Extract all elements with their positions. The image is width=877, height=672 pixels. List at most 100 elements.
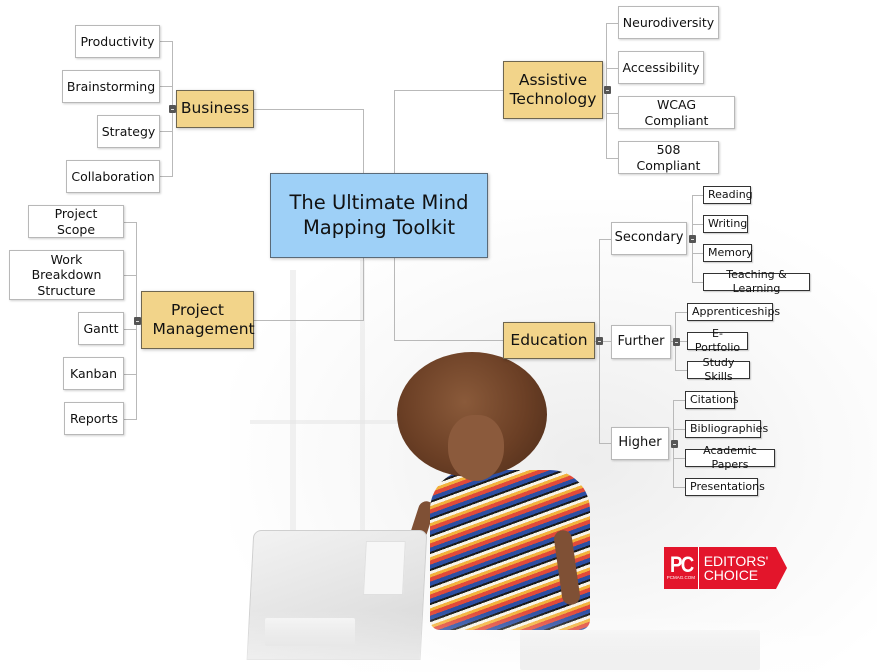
badge-text: EDITORS' CHOICE (698, 547, 776, 589)
leaf-label: Academic Papers (703, 444, 757, 471)
subtopic-reports[interactable]: Reports (64, 402, 124, 435)
topic-education[interactable]: Education (503, 322, 595, 359)
connector (606, 68, 618, 69)
connector (160, 176, 173, 177)
connector (394, 340, 503, 341)
leaf-label: Bibliographies (690, 422, 769, 436)
badge-line2: CHOICE (703, 567, 759, 583)
collapse-toggle-icon[interactable] (604, 86, 611, 94)
leaf-study-skills[interactable]: Study Skills (687, 356, 750, 383)
leaf-label: Study Skills (702, 356, 735, 383)
connector (692, 282, 703, 283)
topic-label: Business (180, 99, 250, 118)
connector (675, 312, 687, 313)
connector (692, 195, 703, 196)
collapse-toggle-icon[interactable] (134, 317, 141, 325)
subtopic-further[interactable]: Further (611, 325, 671, 359)
subtopic-label: WCAG Compliant (644, 96, 709, 128)
topic-business[interactable]: Business (176, 90, 254, 128)
connector (673, 458, 685, 459)
connector (599, 443, 611, 444)
leaf-label: Memory (708, 246, 753, 260)
subtopic-label: Brainstorming (66, 78, 156, 94)
badge-arrow-icon (776, 547, 787, 589)
leaf-teaching-learning[interactable]: Teaching & Learning (703, 268, 810, 295)
leaf-writing[interactable]: Writing (703, 215, 748, 233)
subtopic-label: Kanban (69, 365, 118, 381)
connector (606, 113, 618, 114)
leaf-presentations[interactable]: Presentations (685, 478, 765, 496)
subtopic-work-breakdown-structure[interactable]: Work Breakdown Structure (9, 250, 124, 300)
pc-logo: PC PCMAG.COM (664, 547, 699, 589)
subtopic-productivity[interactable]: Productivity (75, 25, 160, 58)
subtopic-brainstorming[interactable]: Brainstorming (62, 70, 160, 103)
subtopic-wcag-compliant[interactable]: WCAG Compliant (618, 96, 735, 129)
leaf-memory[interactable]: Memory (703, 244, 753, 262)
subtopic-higher[interactable]: Higher (611, 427, 669, 460)
connector (124, 329, 137, 330)
leaf-label: Teaching & Learning (726, 268, 787, 295)
collapse-toggle-icon[interactable] (169, 105, 176, 113)
collapse-toggle-icon[interactable] (689, 235, 696, 243)
topic-assistive-technology[interactable]: Assistive Technology (503, 61, 603, 119)
subtopic-secondary[interactable]: Secondary (611, 222, 687, 255)
subtopic-neurodiversity[interactable]: Neurodiversity (618, 6, 719, 39)
collapse-toggle-icon[interactable] (673, 338, 680, 346)
connector (254, 320, 364, 321)
connector (124, 222, 137, 223)
woman-face (448, 415, 504, 481)
connector (160, 86, 173, 87)
root-topic[interactable]: The Ultimate Mind Mapping Toolkit (270, 173, 488, 258)
bottom-fade (0, 610, 877, 672)
connector (363, 109, 364, 173)
collapse-toggle-icon[interactable] (596, 337, 603, 345)
connector (673, 487, 685, 488)
connector (599, 239, 611, 240)
leaf-reading[interactable]: Reading (703, 186, 753, 204)
connector (606, 23, 618, 24)
leaf-bibliographies[interactable]: Bibliographies (685, 420, 768, 438)
leaf-label: E-Portfolio (694, 327, 741, 354)
connector (673, 429, 685, 430)
topic-label: Education (510, 330, 588, 349)
subtopic-accessibility[interactable]: Accessibility (618, 51, 704, 84)
connector (363, 258, 364, 320)
leaf-apprenticeships[interactable]: Apprenticeships (687, 303, 780, 321)
connector (394, 90, 503, 91)
subtopic-gantt[interactable]: Gantt (78, 312, 124, 345)
subtopic-project-scope[interactable]: Project Scope (28, 205, 124, 238)
connector (675, 370, 687, 371)
leaf-label: Citations (690, 393, 739, 407)
leaf-label: Writing (708, 217, 748, 231)
subtopic-collaboration[interactable]: Collaboration (66, 160, 160, 193)
subtopic-508-compliant[interactable]: 508 Compliant (618, 141, 719, 174)
editors-choice-badge: PC PCMAG.COM EDITORS' CHOICE (664, 547, 787, 589)
subtopic-label: 508 Compliant (636, 141, 701, 173)
subtopic-label: Neurodiversity (622, 14, 715, 30)
collapse-toggle-icon[interactable] (671, 440, 678, 448)
subtopic-kanban[interactable]: Kanban (63, 357, 124, 390)
connector (124, 419, 137, 420)
connector (394, 258, 395, 341)
topic-label: Project Management (152, 300, 255, 338)
connector (692, 253, 703, 254)
connector (124, 374, 137, 375)
leaf-academic-papers[interactable]: Academic Papers (685, 444, 775, 471)
badge-line1: EDITORS' (703, 553, 769, 569)
root-topic-label: The Ultimate Mind Mapping Toolkit (289, 191, 469, 239)
subtopic-label: Productivity (80, 33, 155, 49)
leaf-label: Apprenticeships (692, 305, 781, 319)
subtopic-strategy[interactable]: Strategy (97, 115, 160, 148)
subtopic-label: Work Breakdown Structure (31, 251, 102, 298)
connector (606, 158, 618, 159)
topic-project-management[interactable]: Project Management (141, 291, 255, 349)
window-frame (290, 270, 296, 560)
subtopic-label: Secondary (614, 230, 684, 246)
connector (692, 224, 703, 225)
leaf-e-portfolio[interactable]: E-Portfolio (687, 327, 748, 354)
subtopic-label: Reports (70, 410, 118, 426)
leaf-citations[interactable]: Citations (685, 391, 739, 409)
connector (124, 275, 137, 276)
pc-logo-text: PC (669, 552, 694, 577)
leaf-label: Presentations (690, 480, 765, 494)
